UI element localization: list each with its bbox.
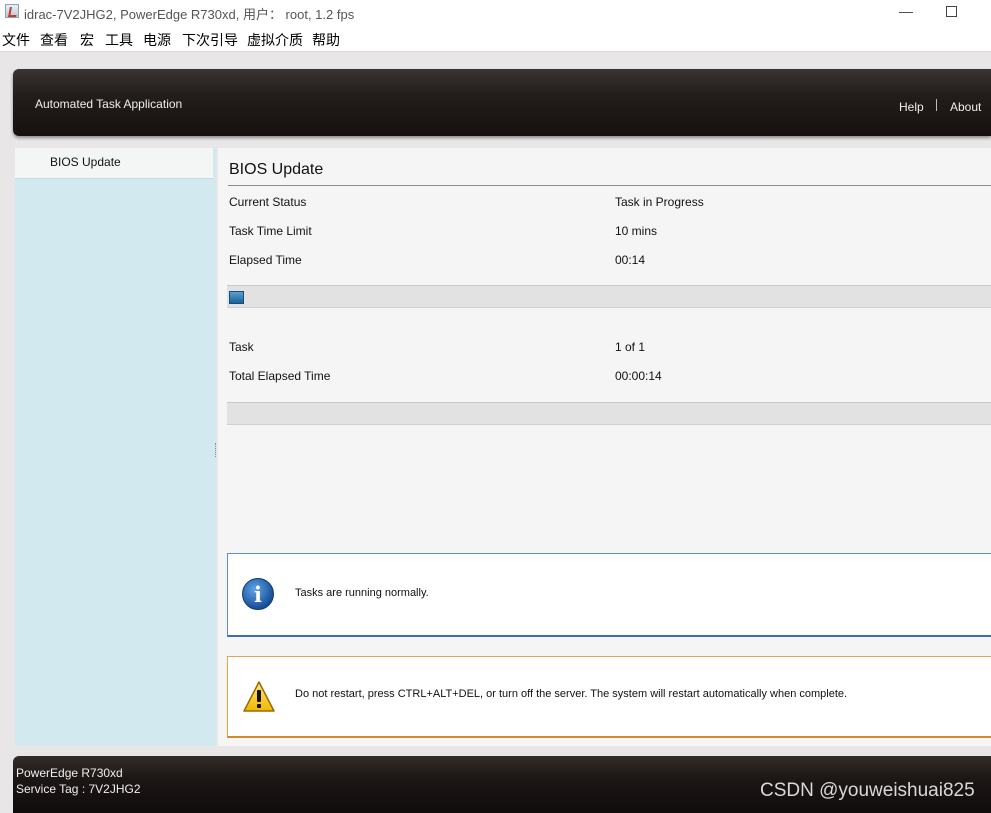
current-status-value: Task in Progress bbox=[615, 195, 704, 209]
app-header: Automated Task Application Help About bbox=[13, 69, 991, 136]
total-elapsed-label: Total Elapsed Time bbox=[229, 369, 331, 383]
server-model: PowerEdge R730xd bbox=[16, 766, 123, 780]
maximize-button[interactable] bbox=[931, 2, 971, 22]
elapsed-time-value: 00:14 bbox=[615, 253, 646, 267]
java-app-icon bbox=[5, 4, 19, 18]
task-label: Task bbox=[229, 340, 254, 354]
current-status-label: Current Status bbox=[229, 195, 307, 209]
main-panel: BIOS Update Current Status Task in Progr… bbox=[218, 148, 991, 746]
task-progress-fill bbox=[229, 291, 244, 304]
time-limit-value: 10 mins bbox=[615, 224, 658, 238]
menu-tools[interactable]: 工具 bbox=[105, 30, 133, 50]
menu-macros[interactable]: 宏 bbox=[80, 30, 94, 50]
footer-bar: PowerEdge R730xd Service Tag : 7V2JHG2 C… bbox=[13, 756, 991, 813]
service-tag: Service Tag : 7V2JHG2 bbox=[16, 782, 141, 796]
title-divider bbox=[228, 185, 991, 186]
menu-help[interactable]: 帮助 bbox=[312, 30, 340, 50]
menu-virtual-media[interactable]: 虚拟介质 bbox=[247, 30, 303, 50]
menu-view[interactable]: 查看 bbox=[40, 30, 68, 50]
watermark: CSDN @youweishuai825 bbox=[760, 780, 975, 801]
warning-message: Do not restart, press CTRL+ALT+DEL, or t… bbox=[295, 688, 848, 700]
app-title: Automated Task Application bbox=[35, 97, 183, 111]
info-icon: i bbox=[242, 578, 274, 610]
menu-power[interactable]: 电源 bbox=[143, 30, 171, 50]
help-link[interactable]: Help bbox=[899, 100, 924, 114]
warning-message-box: Do not restart, press CTRL+ALT+DEL, or t… bbox=[227, 656, 991, 738]
total-elapsed-value: 00:00:14 bbox=[615, 369, 662, 383]
elapsed-time-label: Elapsed Time bbox=[229, 253, 302, 267]
minimize-button[interactable]: — bbox=[886, 2, 926, 22]
sidebar-item-label: BIOS Update bbox=[50, 155, 121, 169]
about-link[interactable]: About bbox=[950, 100, 981, 114]
header-divider bbox=[936, 99, 937, 111]
info-message: Tasks are running normally. bbox=[295, 587, 429, 599]
info-message-box: i Tasks are running normally. bbox=[227, 553, 991, 637]
page-title: BIOS Update bbox=[229, 161, 324, 178]
task-progress-bar bbox=[227, 285, 991, 308]
window-title: idrac-7V2JHG2, PowerEdge R730xd, 用户： roo… bbox=[24, 7, 355, 22]
menu-next-boot[interactable]: 下次引导 bbox=[182, 30, 238, 50]
menu-bar: 文件 查看 宏 工具 电源 下次引导 虚拟介质 帮助 bbox=[0, 27, 991, 52]
task-count-value: 1 of 1 bbox=[615, 340, 646, 354]
time-limit-label: Task Time Limit bbox=[229, 224, 312, 238]
sidebar: BIOS Update bbox=[15, 148, 216, 746]
sidebar-item-bios-update[interactable]: BIOS Update bbox=[15, 148, 213, 179]
warning-icon bbox=[243, 681, 275, 712]
window-title-bar: idrac-7V2JHG2, PowerEdge R730xd, 用户： roo… bbox=[0, 0, 991, 25]
menu-file[interactable]: 文件 bbox=[2, 30, 30, 50]
total-progress-bar bbox=[227, 402, 991, 425]
maximize-icon bbox=[945, 6, 957, 17]
